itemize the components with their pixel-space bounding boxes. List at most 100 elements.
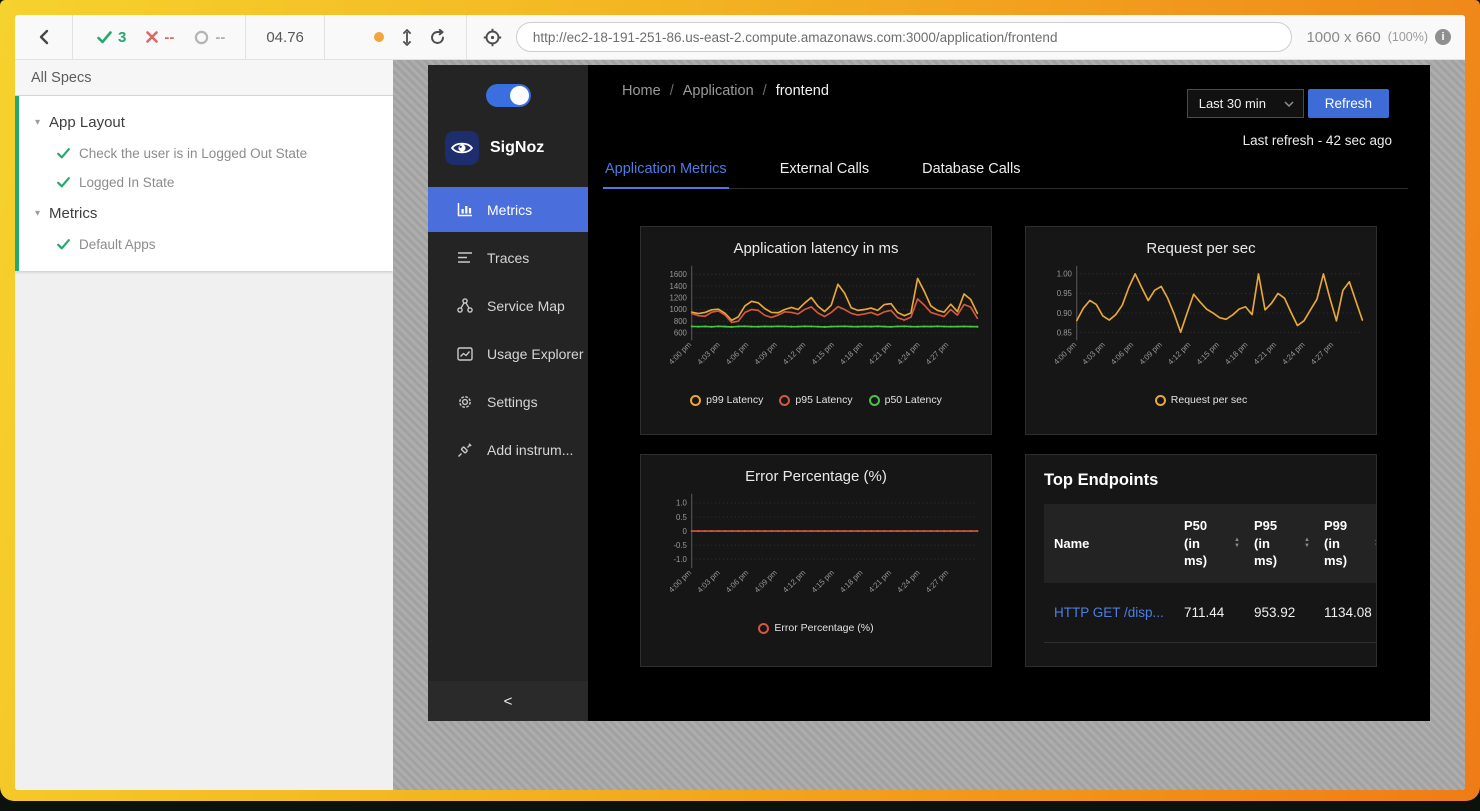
syringe-icon (456, 442, 473, 458)
svg-text:1.00: 1.00 (1057, 270, 1073, 279)
request-rate-chart[interactable]: 0.85 0.90 0.95 1.00 4:00 pm 4:03 pm 4:06 pm 4:0… (1031, 261, 1371, 394)
sidebar-item-add-instrumentation[interactable]: Add instrum... (428, 427, 588, 472)
svg-text:4:18 pm: 4:18 pm (1223, 340, 1249, 366)
breadcrumb-application[interactable]: Application (683, 83, 754, 99)
legend-item[interactable]: Request per sec (1154, 394, 1247, 406)
request-rate-chart-panel: Request per sec 0.85 0.90 0.95 1.00 4:00 pm 4… (1025, 226, 1377, 435)
svg-text:4:12 pm: 4:12 pm (781, 568, 807, 594)
failed-stat[interactable]: -- (146, 29, 174, 46)
sidebar-item-service-map[interactable]: Service Map (428, 283, 588, 328)
svg-text:1400: 1400 (670, 282, 688, 291)
p50-value: 711.44 (1174, 582, 1244, 643)
signoz-logo-icon (445, 131, 479, 165)
svg-text:1600: 1600 (670, 270, 688, 279)
svg-text:4:15 pm: 4:15 pm (810, 340, 836, 366)
sidebar-item-traces[interactable]: Traces (428, 235, 588, 280)
svg-text:4:06 pm: 4:06 pm (724, 568, 750, 594)
tab-application-metrics[interactable]: Application Metrics (603, 151, 729, 189)
legend-item[interactable]: Error Percentage (%) (758, 622, 874, 634)
passed-count: 3 (118, 28, 127, 46)
theme-toggle[interactable] (485, 84, 531, 107)
viewport-size: 1000 x 660 (1306, 28, 1381, 46)
sidebar-item-settings[interactable]: Settings (428, 379, 588, 424)
all-specs-header[interactable]: All Specs (15, 60, 393, 96)
back-button[interactable] (15, 15, 73, 59)
endpoint-link[interactable]: HTTP GET /disp... (1054, 605, 1164, 620)
latency-chart[interactable]: 600 800 1000 1200 1400 1600 4:00 pm 4:03 pm 4:06… (646, 261, 986, 394)
breadcrumb-current: frontend (775, 83, 829, 99)
breadcrumb-home[interactable]: Home (622, 83, 661, 99)
rerun-icon[interactable] (429, 28, 446, 46)
svg-text:1200: 1200 (670, 294, 688, 303)
test-default-apps[interactable]: Default Apps (19, 230, 393, 259)
svg-text:4:09 pm: 4:09 pm (1138, 340, 1164, 366)
sidebar-collapse-button[interactable]: < (428, 681, 588, 721)
chevron-down-icon (1284, 100, 1294, 107)
col-p95[interactable]: P95 (in ms) ▲ ▼ (1244, 504, 1314, 583)
svg-text:0: 0 (683, 527, 688, 536)
svg-text:4:00 pm: 4:00 pm (1052, 340, 1078, 366)
legend-item[interactable]: p95 Latency (779, 394, 853, 406)
legend-item[interactable]: p99 Latency (690, 394, 763, 406)
chart-legend[interactable]: Error Percentage (%) (641, 622, 991, 634)
svg-text:4:27 pm: 4:27 pm (1309, 340, 1335, 366)
suite-metrics[interactable]: ▾ Metrics (19, 197, 393, 230)
spec-panel: All Specs ▾ App Layout Check the user is… (15, 60, 393, 790)
svg-text:4:12 pm: 4:12 pm (1166, 340, 1192, 366)
failed-count: -- (164, 28, 175, 46)
svg-text:0.85: 0.85 (1057, 328, 1073, 337)
sort-icon[interactable]: ▲▼ (1374, 537, 1376, 549)
brand[interactable]: SigNoz (428, 107, 588, 187)
info-icon[interactable]: i (1435, 29, 1451, 45)
col-name: Name (1044, 504, 1174, 583)
svg-text:4:15 pm: 4:15 pm (1195, 340, 1221, 366)
test-logged-in-state[interactable]: Logged In State (19, 168, 393, 197)
svg-text:800: 800 (674, 317, 688, 326)
refresh-button[interactable]: Refresh (1307, 89, 1389, 118)
sort-icon[interactable]: ▲▼ (1304, 537, 1310, 549)
sidebar-item-label: Settings (487, 393, 538, 410)
top-endpoints-panel: Top Endpoints Name P50 (in ms) ▲ ▼ P95 (in… (1025, 454, 1377, 667)
latency-chart-panel: Application latency in ms 600 800 1000 1200… (640, 226, 992, 435)
legend-label: p99 Latency (706, 394, 764, 406)
legend-label: p50 Latency (884, 394, 942, 406)
p95-value: 953.92 (1244, 582, 1314, 643)
time-range-select[interactable]: Last 30 min (1186, 89, 1304, 118)
legend-item[interactable]: p50 Latency (868, 394, 942, 406)
test-stats: 3 -- -- (73, 15, 245, 59)
svg-text:4:03 pm: 4:03 pm (1080, 340, 1106, 366)
test-logged-out-state[interactable]: Check the user is in Logged Out State (19, 139, 393, 168)
sidebar-item-metrics[interactable]: Metrics (428, 187, 588, 232)
suite-app-layout[interactable]: ▾ App Layout (19, 106, 393, 139)
sidebar-item-usage-explorer[interactable]: Usage Explorer (428, 331, 588, 376)
chart-legend[interactable]: p99 Latency p95 Latency p50 Latency (641, 394, 991, 406)
tab-database-calls[interactable]: Database Calls (920, 151, 1022, 188)
sort-icon[interactable]: ▲▼ (1234, 537, 1240, 549)
col-p99[interactable]: P99 (in ms)▲▼ (1314, 504, 1376, 583)
signoz-main: Home / Application / frontend Last 30 mi… (588, 65, 1430, 721)
chart-title: Application latency in ms (733, 240, 899, 257)
svg-text:0.95: 0.95 (1057, 289, 1073, 298)
passed-stat[interactable]: 3 (97, 29, 126, 46)
breadcrumb-separator: / (762, 83, 767, 99)
chart-title: Request per sec (1146, 240, 1256, 257)
sidebar-item-label: Service Map (487, 297, 565, 314)
tab-external-calls[interactable]: External Calls (778, 151, 871, 188)
legend-ring-icon (690, 394, 702, 406)
pending-stat[interactable]: -- (194, 29, 225, 46)
svg-text:4:12 pm: 4:12 pm (781, 340, 807, 366)
test-pass-check-icon (57, 239, 70, 250)
toggle-knob (509, 86, 529, 105)
url-input[interactable] (515, 22, 1293, 52)
service-map-icon (456, 298, 473, 313)
svg-text:4:24 pm: 4:24 pm (1280, 340, 1306, 366)
error-percentage-chart[interactable]: -1.0 -0.5 0 0.5 1.0 4:00 pm 4:03 pm 4:06 pm 4:09… (646, 489, 986, 622)
svg-text:1.0: 1.0 (676, 499, 688, 508)
selector-playground-icon[interactable] (483, 28, 502, 47)
signoz-sidebar: SigNoz Metrics Traces Service Map Usage … (428, 65, 588, 721)
col-p50[interactable]: P50 (in ms) ▲ ▼ (1174, 504, 1244, 583)
svg-text:4:21 pm: 4:21 pm (1252, 340, 1278, 366)
top-endpoints-table: Name P50 (in ms) ▲ ▼ P95 (in ms) ▲ ▼ P99 (in… (1044, 504, 1376, 643)
chart-legend[interactable]: Request per sec (1026, 394, 1376, 406)
scroll-updown-icon[interactable] (402, 28, 412, 46)
